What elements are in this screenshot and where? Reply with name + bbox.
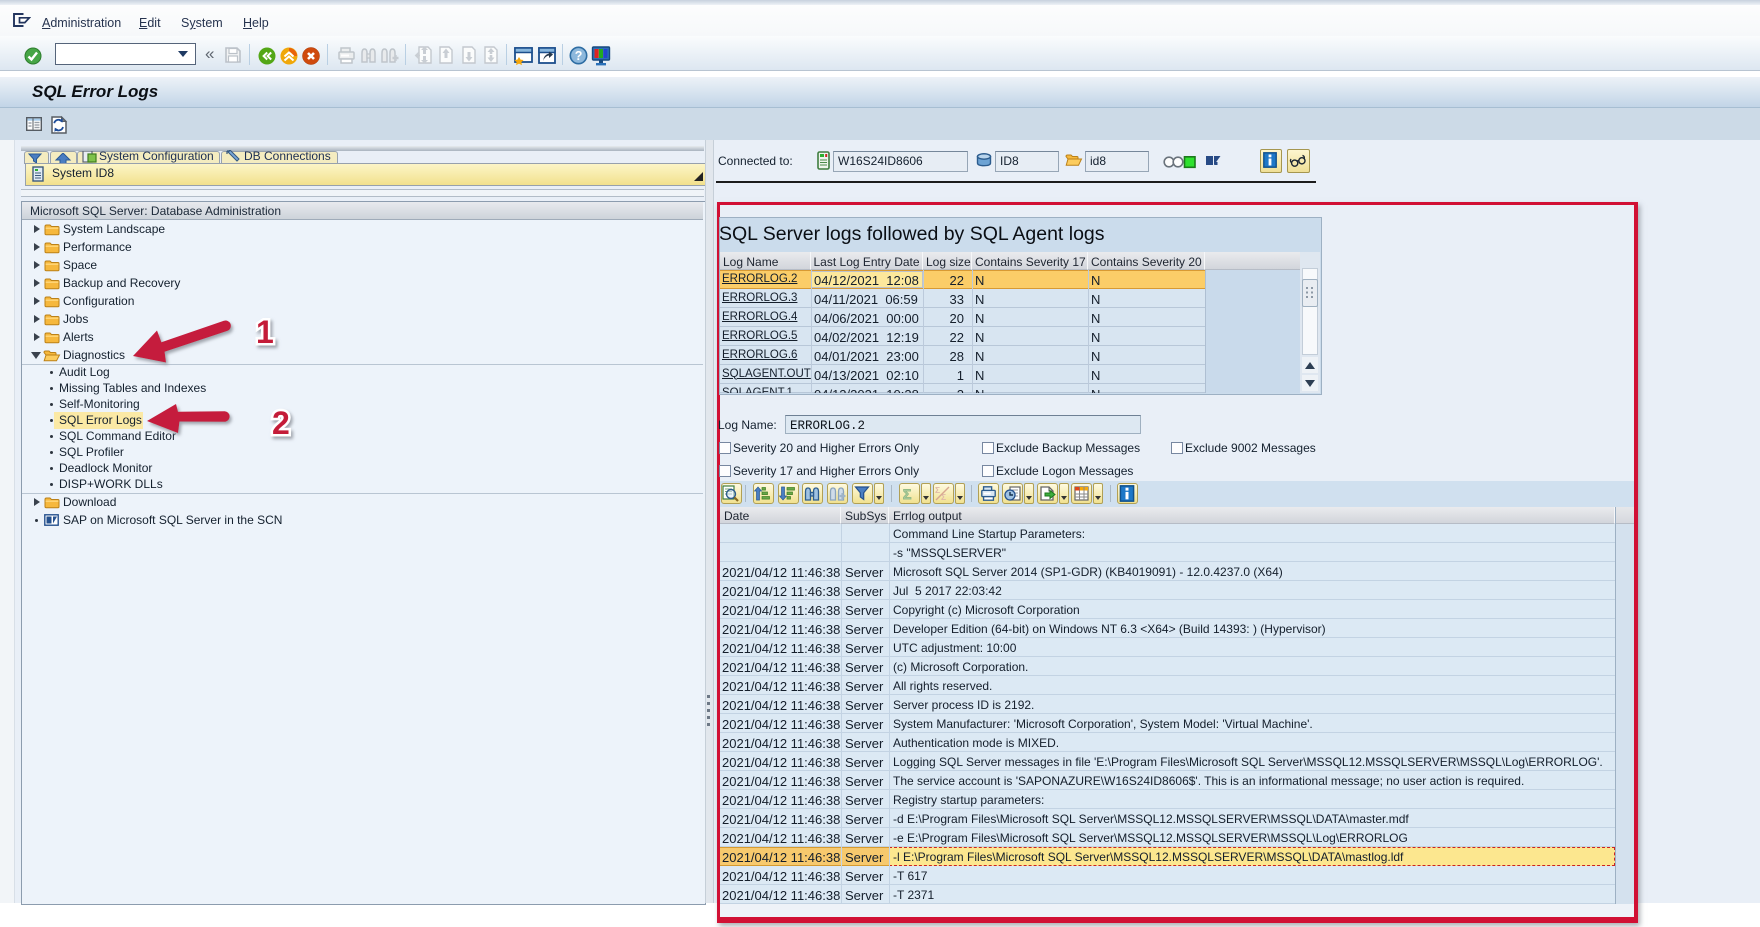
svg-text:Σ: Σ (903, 486, 912, 502)
svg-text:?: ? (575, 49, 583, 63)
svg-text:Σ: Σ (935, 485, 940, 495)
